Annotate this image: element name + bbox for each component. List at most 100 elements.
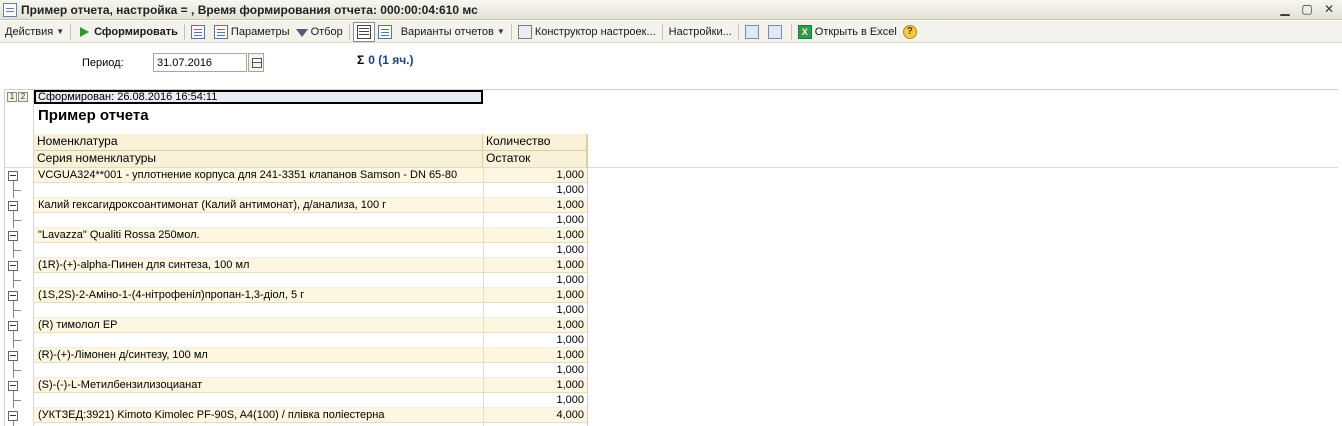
generate-button[interactable]: Сформировать — [74, 22, 181, 42]
toolbar-divider — [661, 23, 663, 40]
help-button[interactable]: ? — [900, 22, 923, 42]
table-row[interactable]: 1,000 — [5, 333, 1338, 348]
quantity-cell[interactable]: 1,000 — [483, 288, 587, 303]
parameters-button[interactable]: Параметры — [211, 22, 293, 42]
generated-cell[interactable]: Сформирован: 26.08.2016 16:54:11 — [34, 90, 483, 104]
period-input[interactable] — [153, 53, 247, 72]
quantity-cell[interactable]: 1,000 — [483, 213, 587, 228]
level-1-button[interactable]: 1 — [7, 92, 17, 102]
collapse-icon[interactable] — [8, 201, 18, 211]
table-row[interactable]: VCGUA324**001 - уплотнение корпуса для 2… — [5, 168, 1338, 198]
nomenclature-cell[interactable]: VCGUA324**001 - уплотнение корпуса для 2… — [34, 168, 483, 183]
open-excel-button[interactable]: X Открыть в Excel — [795, 22, 900, 42]
close-icon[interactable]: ✕ — [1322, 2, 1336, 16]
table-row[interactable]: 1,000 — [5, 303, 1338, 318]
table-row[interactable]: (S)-(-)-L-Метилбензилизоцианат 1,000 — [5, 378, 1338, 408]
quantity-cell[interactable]: 1,000 — [483, 168, 587, 183]
collapse-icon[interactable] — [8, 261, 18, 271]
save-variant-button[interactable] — [375, 22, 398, 42]
window-titlebar: Пример отчета, настройка = , Время форми… — [0, 0, 1342, 20]
constructor-button[interactable]: Конструктор настроек... — [515, 22, 659, 42]
period-label: Период: — [82, 57, 124, 69]
series-cell[interactable] — [34, 393, 483, 408]
quantity-cell[interactable]: 1,000 — [483, 183, 587, 198]
excel-label: Открыть в Excel — [814, 25, 897, 38]
table-row[interactable]: (1S,2S)-2-Аміно-1-(4-нітрофеніл)пропан-1… — [5, 288, 1338, 318]
dropdown-arrow-icon: ▼ — [496, 27, 505, 36]
save-settings-button[interactable] — [765, 22, 788, 42]
series-cell[interactable] — [34, 303, 483, 318]
table-icon — [356, 24, 371, 39]
dropdown-arrow-icon: ▼ — [56, 27, 65, 36]
collapse-icon[interactable] — [8, 381, 18, 391]
report-spreadsheet[interactable]: 1 2 Сформирован: 26.08.2016 16:54:11 При… — [4, 89, 1338, 426]
nomenclature-cell[interactable]: (R) тимолол EP — [34, 318, 483, 333]
table-row[interactable]: 1,000 — [5, 213, 1338, 228]
calendar-icon[interactable] — [248, 53, 264, 72]
table-row[interactable]: 1,000 — [5, 243, 1338, 258]
sum-value: 0 (1 яч.) — [368, 53, 414, 67]
quantity-cell[interactable]: 1,000 — [483, 228, 587, 243]
series-cell[interactable] — [34, 213, 483, 228]
collapse-icon[interactable] — [8, 171, 18, 181]
collapse-icon[interactable] — [8, 321, 18, 331]
window-controls: ▁ ▢ ✕ — [1278, 2, 1336, 16]
tree-line — [13, 280, 21, 281]
actions-menu[interactable]: Действия ▼ — [2, 22, 67, 42]
header-quantity: Количество — [483, 134, 587, 151]
quantity-cell[interactable]: 1,000 — [483, 318, 587, 333]
tree-line — [13, 250, 21, 251]
sum-indicator: Σ0 (1 яч.) — [357, 53, 414, 67]
toolbar-divider — [348, 23, 350, 40]
nomenclature-cell[interactable]: (1R)-(+)-alpha-Пинен для синтеза, 100 мл — [34, 258, 483, 273]
quantity-cell[interactable]: 1,000 — [483, 243, 587, 258]
parameters-label: Параметры — [230, 25, 290, 38]
quantity-cell[interactable]: 1,000 — [483, 348, 587, 363]
nomenclature-cell[interactable]: (УКТЗЕД:3921) Kimoto Kimolec PF-90S, A4(… — [34, 408, 483, 423]
settings-button[interactable]: Настройки... — [666, 22, 735, 42]
table-row[interactable]: (R) тимолол EP 1,000 — [5, 318, 1338, 348]
table-row[interactable]: 1,000 — [5, 363, 1338, 378]
nomenclature-cell[interactable]: "Lavazza" Qualiti Rossa 250мол. — [34, 228, 483, 243]
maximize-icon[interactable]: ▢ — [1300, 2, 1314, 16]
variants-menu[interactable]: Варианты отчетов ▼ — [398, 22, 508, 42]
table-row[interactable]: (R)-(+)-Лімонен д/синтезу, 100 мл 1,000 — [5, 348, 1338, 378]
filter-button[interactable]: Отбор — [293, 22, 346, 42]
series-cell[interactable] — [34, 183, 483, 198]
quantity-cell[interactable]: 1,000 — [483, 363, 587, 378]
table-row[interactable]: (1R)-(+)-alpha-Пинен для синтеза, 100 мл… — [5, 258, 1338, 288]
quantity-cell[interactable]: 1,000 — [483, 273, 587, 288]
quantity-cell[interactable]: 1,000 — [483, 258, 587, 273]
quantity-cell[interactable]: 1,000 — [483, 303, 587, 318]
level-2-button[interactable]: 2 — [18, 92, 28, 102]
quantity-cell[interactable]: 4,000 — [483, 408, 587, 423]
collapse-icon[interactable] — [8, 291, 18, 301]
quantity-cell[interactable]: 1,000 — [483, 378, 587, 393]
collapse-icon[interactable] — [8, 231, 18, 241]
restore-settings-button[interactable] — [742, 22, 765, 42]
nomenclature-cell[interactable]: (1S,2S)-2-Аміно-1-(4-нітрофеніл)пропан-1… — [34, 288, 483, 303]
table-view-toggle[interactable] — [352, 21, 375, 42]
quantity-cell[interactable]: 1,000 — [483, 198, 587, 213]
table-row[interactable]: Калий гексагидроксоантимонат (Калий анти… — [5, 198, 1338, 228]
tree-line — [13, 400, 21, 401]
series-cell[interactable] — [34, 363, 483, 378]
report-view-button[interactable] — [188, 22, 211, 42]
quantity-cell[interactable]: 1,000 — [483, 333, 587, 348]
series-cell[interactable] — [34, 333, 483, 348]
nomenclature-cell[interactable]: (S)-(-)-L-Метилбензилизоцианат — [34, 378, 483, 393]
table-row[interactable]: 1,000 — [5, 273, 1338, 288]
series-cell[interactable] — [34, 243, 483, 258]
table-row[interactable]: (УКТЗЕД:3921) Kimoto Kimolec PF-90S, A4(… — [5, 408, 1338, 426]
table-row[interactable]: 1,000 — [5, 393, 1338, 408]
nomenclature-cell[interactable]: (R)-(+)-Лімонен д/синтезу, 100 мл — [34, 348, 483, 363]
collapse-icon[interactable] — [8, 411, 18, 421]
quantity-cell[interactable]: 1,000 — [483, 393, 587, 408]
minimize-icon[interactable]: ▁ — [1278, 2, 1292, 16]
series-cell[interactable] — [34, 273, 483, 288]
restore-icon — [744, 24, 759, 39]
table-row[interactable]: "Lavazza" Qualiti Rossa 250мол. 1,000 — [5, 228, 1338, 258]
nomenclature-cell[interactable]: Калий гексагидроксоантимонат (Калий анти… — [34, 198, 483, 213]
collapse-icon[interactable] — [8, 351, 18, 361]
table-row[interactable]: 1,000 — [5, 183, 1338, 198]
